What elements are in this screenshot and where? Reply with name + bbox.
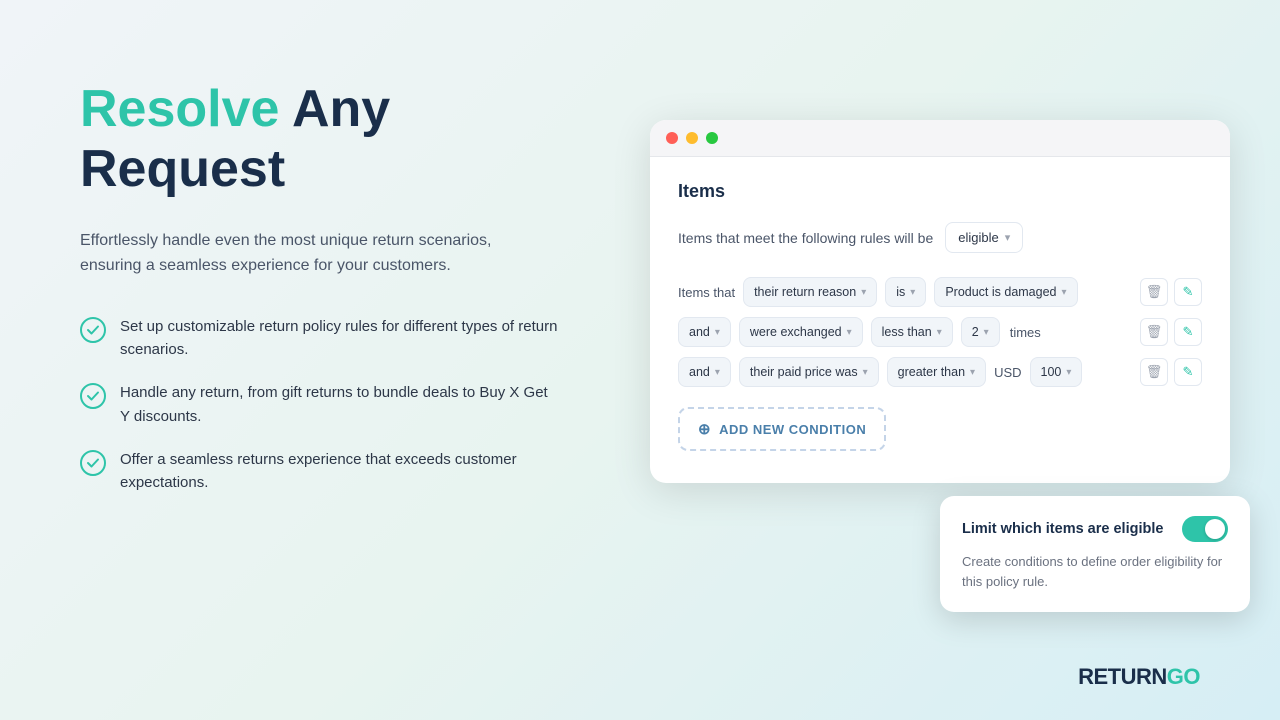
delete-button-2[interactable]: 🗑	[1140, 318, 1168, 346]
headline: Resolve AnyRequest	[80, 80, 560, 200]
tooltip-description: Create conditions to define order eligib…	[962, 552, 1228, 592]
feature-text-1: Set up customizable return policy rules …	[120, 315, 560, 362]
logo-text-green: GO	[1167, 664, 1200, 689]
add-condition-button[interactable]: ⊕ ADD NEW CONDITION	[678, 407, 886, 451]
tooltip-card: Limit which items are eligible Create co…	[940, 496, 1250, 612]
chevron-down-icon: ▾	[1066, 367, 1071, 378]
conditions-container: Items that their return reason ▾ is ▾ Pr…	[678, 277, 1202, 387]
condition-field-1[interactable]: their return reason ▾	[743, 277, 877, 307]
logo: RETURNGO	[1078, 664, 1200, 690]
delete-button-1[interactable]: 🗑	[1140, 278, 1168, 306]
condition-value-3[interactable]: 100 ▾	[1030, 357, 1083, 387]
chevron-down-icon: ▾	[984, 327, 989, 338]
eligibility-value: eligible	[958, 230, 998, 245]
left-panel: Resolve AnyRequest Effortlessly handle e…	[80, 80, 560, 494]
feature-item-3: Offer a seamless returns experience that…	[80, 448, 560, 495]
subtitle: Effortlessly handle even the most unique…	[80, 228, 500, 279]
tooltip-header: Limit which items are eligible	[962, 516, 1228, 542]
chevron-down-icon: ▾	[1005, 231, 1011, 244]
chevron-down-icon: ▾	[847, 327, 852, 338]
condition-operator-2[interactable]: less than ▾	[871, 317, 953, 347]
condition-row-3: and ▾ their paid price was ▾ greater tha…	[678, 357, 1202, 387]
add-condition-label: ADD NEW CONDITION	[719, 422, 866, 437]
tooltip-title: Limit which items are eligible	[962, 521, 1163, 537]
chevron-down-icon: ▾	[937, 327, 942, 338]
condition-suffix-2: times	[1010, 325, 1041, 340]
feature-text-2: Handle any return, from gift returns to …	[120, 381, 560, 428]
check-icon-1	[80, 317, 106, 343]
condition-prefix-3[interactable]: and ▾	[678, 357, 731, 387]
chevron-down-icon: ▾	[861, 287, 866, 298]
edit-button-3[interactable]: ✎	[1174, 358, 1202, 386]
toggle-eligible-items[interactable]	[1182, 516, 1228, 542]
chevron-down-icon: ▾	[715, 367, 720, 378]
condition-value-1[interactable]: Product is damaged ▾	[934, 277, 1077, 307]
feature-item-1: Set up customizable return policy rules …	[80, 315, 560, 362]
condition-field-3[interactable]: their paid price was ▾	[739, 357, 879, 387]
minimize-dot[interactable]	[686, 132, 698, 144]
delete-button-3[interactable]: 🗑	[1140, 358, 1168, 386]
edit-button-2[interactable]: ✎	[1174, 318, 1202, 346]
headline-resolve: Resolve	[80, 80, 279, 138]
condition-actions-1: 🗑 ✎	[1140, 278, 1202, 306]
condition-value-2[interactable]: 2 ▾	[961, 317, 1000, 347]
check-icon-2	[80, 383, 106, 409]
chevron-down-icon: ▾	[970, 367, 975, 378]
condition-operator-1[interactable]: is ▾	[885, 277, 926, 307]
feature-text-3: Offer a seamless returns experience that…	[120, 448, 560, 495]
feature-list: Set up customizable return policy rules …	[80, 315, 560, 495]
expand-dot[interactable]	[706, 132, 718, 144]
condition-prefix-1: Items that	[678, 285, 735, 300]
chevron-down-icon: ▾	[910, 287, 915, 298]
condition-currency-3: USD	[994, 365, 1021, 380]
eligibility-row: Items that meet the following rules will…	[678, 222, 1202, 253]
condition-field-2[interactable]: were exchanged ▾	[739, 317, 863, 347]
section-title: Items	[678, 181, 1202, 202]
browser-window: Items Items that meet the following rule…	[650, 120, 1230, 483]
plus-circle-icon: ⊕	[698, 420, 711, 438]
condition-row-1: Items that their return reason ▾ is ▾ Pr…	[678, 277, 1202, 307]
eligibility-select[interactable]: eligible ▾	[945, 222, 1023, 253]
eligibility-label: Items that meet the following rules will…	[678, 230, 933, 246]
browser-titlebar	[650, 120, 1230, 157]
condition-operator-3[interactable]: greater than ▾	[887, 357, 986, 387]
condition-actions-2: 🗑 ✎	[1140, 318, 1202, 346]
browser-content: Items Items that meet the following rule…	[650, 157, 1230, 483]
edit-button-1[interactable]: ✎	[1174, 278, 1202, 306]
condition-prefix-2[interactable]: and ▾	[678, 317, 731, 347]
close-dot[interactable]	[666, 132, 678, 144]
condition-row-2: and ▾ were exchanged ▾ less than ▾ 2 ▾ t…	[678, 317, 1202, 347]
logo-text-dark: RETURN	[1078, 664, 1167, 689]
condition-actions-3: 🗑 ✎	[1140, 358, 1202, 386]
feature-item-2: Handle any return, from gift returns to …	[80, 381, 560, 428]
chevron-down-icon: ▾	[863, 367, 868, 378]
chevron-down-icon: ▾	[715, 327, 720, 338]
check-icon-3	[80, 450, 106, 476]
chevron-down-icon: ▾	[1062, 287, 1067, 298]
